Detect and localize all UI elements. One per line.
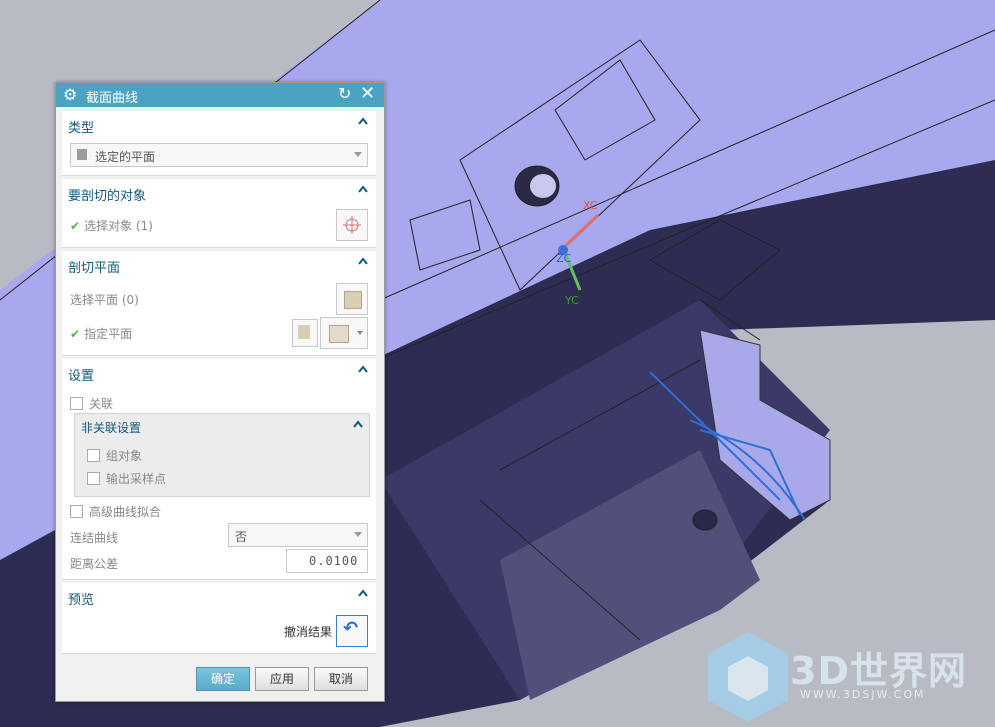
distance-tol-label: 距离公差	[70, 557, 119, 571]
nonassoc-group: 非关联设置 组对象 输出采样点	[74, 413, 370, 497]
section-plane: 剖切平面 选择平面 (0) ✔ 指定平面	[62, 251, 376, 356]
type-combo-value: 选定的平面	[95, 150, 156, 164]
section-curve-dialog: ⚙ 截面曲线 ↻ ✕ 类型 选定的平面 要剖切的对象 ✔ 选择对象 (1) 剖切平…	[55, 82, 385, 702]
select-object-row[interactable]: ✔ 选择对象 (1)	[70, 217, 153, 234]
model-hole-lower	[692, 509, 718, 531]
dialog-title-bar[interactable]: ⚙ 截面曲线 ↻ ✕	[56, 83, 384, 107]
type-combo[interactable]: 选定的平面	[70, 143, 368, 167]
associative-label: 关联	[89, 397, 114, 411]
section-plane-header[interactable]: 剖切平面	[68, 257, 120, 276]
collapse-chevron-icon[interactable]	[351, 418, 365, 432]
plane-type-dropdown[interactable]	[320, 317, 368, 349]
distance-tol-input[interactable]: 0.0100	[286, 549, 368, 573]
chevron-down-icon	[357, 331, 363, 335]
section-settings: 设置 关联 非关联设置 组对象 输出采样点 高级曲线拟合 连结曲线 否 距离公差…	[62, 359, 376, 580]
ok-button[interactable]: 确定	[196, 667, 250, 691]
select-object-label: 选择对象 (1)	[84, 219, 153, 233]
advanced-fit-checkbox[interactable]: 高级曲线拟合	[70, 503, 161, 520]
collapse-chevron-icon[interactable]	[356, 115, 370, 129]
section-type: 类型 选定的平面	[62, 111, 376, 176]
section-preview: 预览 撤消结果 ↶	[62, 583, 376, 654]
plane-dialog-button[interactable]	[292, 319, 318, 347]
apply-button[interactable]: 应用	[255, 667, 309, 691]
inferred-plane-icon	[329, 325, 349, 343]
chevron-down-icon	[354, 532, 362, 537]
output-samples-label: 输出采样点	[106, 472, 167, 486]
plane-constructor-icon	[298, 325, 310, 339]
crosshair-select-button[interactable]	[336, 209, 368, 241]
watermark-url: WWW.3DSJW.COM	[800, 688, 926, 701]
associative-checkbox[interactable]: 关联	[70, 395, 113, 412]
section-type-header[interactable]: 类型	[68, 117, 94, 136]
checkmark-icon: ✔	[70, 219, 81, 233]
section-preview-header[interactable]: 预览	[68, 589, 94, 608]
section-object-header[interactable]: 要剖切的对象	[68, 185, 146, 204]
group-objects-label: 组对象	[106, 449, 143, 463]
specify-plane-row[interactable]: ✔ 指定平面	[70, 325, 132, 342]
model-hole-inner	[530, 174, 556, 198]
plane-type-icon	[77, 149, 87, 160]
select-plane-label: 选择平面 (0)	[70, 293, 139, 307]
group-objects-checkbox[interactable]: 组对象	[87, 447, 142, 464]
close-icon[interactable]: ✕	[360, 83, 375, 104]
gear-icon[interactable]: ⚙	[63, 85, 77, 104]
dialog-title: 截面曲线	[86, 91, 139, 106]
select-plane-button[interactable]	[336, 283, 368, 315]
join-curves-combo[interactable]: 否	[228, 523, 368, 547]
collapse-chevron-icon[interactable]	[356, 183, 370, 197]
section-object: 要剖切的对象 ✔ 选择对象 (1)	[62, 179, 376, 248]
undo-result-button[interactable]: ↶	[336, 615, 368, 647]
undo-icon: ↶	[343, 618, 359, 639]
advanced-fit-label: 高级曲线拟合	[89, 505, 162, 519]
cancel-button[interactable]: 取消	[314, 667, 368, 691]
collapse-chevron-icon[interactable]	[356, 255, 370, 269]
axis-label-yc: YC	[564, 294, 579, 307]
specify-plane-label: 指定平面	[84, 327, 133, 341]
output-samples-checkbox[interactable]: 输出采样点	[87, 470, 166, 487]
plane-icon	[344, 291, 362, 309]
distance-tol-value: 0.0100	[309, 554, 359, 568]
section-settings-header[interactable]: 设置	[68, 365, 94, 384]
checkmark-icon: ✔	[70, 327, 81, 341]
join-curves-label: 连结曲线	[70, 531, 119, 545]
join-curves-value: 否	[235, 530, 248, 544]
axis-label-xc: XC	[583, 199, 598, 212]
undo-result-label: 撤消结果	[284, 625, 333, 639]
watermark-text: 3D世界网	[790, 649, 967, 693]
nonassoc-header[interactable]: 非关联设置	[81, 419, 141, 436]
axis-label-zc: ZC	[556, 252, 572, 265]
collapse-chevron-icon[interactable]	[356, 587, 370, 601]
chevron-down-icon	[354, 152, 362, 157]
crosshair-icon	[343, 216, 361, 234]
collapse-chevron-icon[interactable]	[356, 363, 370, 377]
reset-icon[interactable]: ↻	[338, 84, 351, 103]
